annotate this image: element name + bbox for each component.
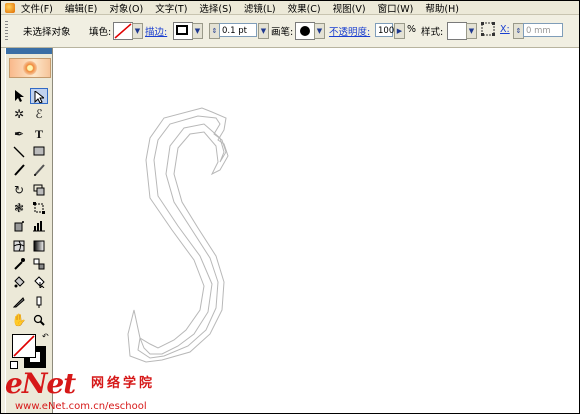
opacity-link[interactable]: 不透明度: xyxy=(329,24,370,38)
direct-selection-tool-icon[interactable] xyxy=(30,88,48,104)
selection-tool-icon[interactable] xyxy=(10,88,28,104)
stroke-weight-dropdown-icon[interactable]: ▼ xyxy=(258,23,269,39)
style-swatch[interactable] xyxy=(447,22,467,40)
x-coordinate-field[interactable]: 0 mm xyxy=(523,23,563,37)
control-bar-grip-icon[interactable] xyxy=(5,21,8,41)
stroke-link[interactable]: 描边: xyxy=(145,24,167,38)
align-grid-icon[interactable] xyxy=(481,22,495,36)
line-tool-icon[interactable] xyxy=(10,144,28,160)
rectangle-tool-icon[interactable] xyxy=(30,144,48,160)
x-coordinate-link[interactable]: X: xyxy=(500,24,510,35)
pencil-tool-icon[interactable] xyxy=(30,162,48,178)
type-tool-icon[interactable]: T xyxy=(30,126,48,142)
zoom-tool-icon[interactable] xyxy=(30,312,48,328)
menu-object[interactable]: 对象(O) xyxy=(109,1,143,15)
menu-filter[interactable]: 滤镜(L) xyxy=(244,1,276,15)
mesh-tool-icon[interactable] xyxy=(10,238,28,254)
slice-tool-icon[interactable] xyxy=(10,294,28,310)
menu-window[interactable]: 窗口(W) xyxy=(378,1,414,15)
app-icon[interactable] xyxy=(5,2,15,13)
toolbox-title-bar[interactable] xyxy=(6,48,52,54)
watermark-brand: eNet xyxy=(5,367,76,400)
stroke-swatch[interactable] xyxy=(173,22,193,40)
fill-swatch[interactable] xyxy=(113,22,133,40)
artboard-canvas[interactable] xyxy=(54,48,579,414)
scale-tool-icon[interactable] xyxy=(30,182,48,198)
opacity-field[interactable]: 100 xyxy=(375,23,394,37)
warp-tool-icon[interactable]: ❃ xyxy=(10,200,28,216)
toolbox: ✲ ℰ ✒ T ↻ ❃ ✋ ↶ xyxy=(5,48,53,413)
hand-tool-icon[interactable]: ✋ xyxy=(10,312,28,328)
lasso-tool-icon[interactable]: ℰ xyxy=(30,106,48,122)
watermark-tagline: 网络学院 xyxy=(91,376,156,391)
illustrator-window: 文件(F) 编辑(E) 对象(O) 文字(T) 选择(S) 滤镜(L) 效果(C… xyxy=(0,0,580,414)
brush-label: 画笔: xyxy=(271,27,294,38)
enet-watermark: eNet 网络学院 www.eNet.com.cn/eschool xyxy=(1,365,201,413)
symbol-sprayer-tool-icon[interactable] xyxy=(10,218,28,234)
eraser-tool-icon[interactable] xyxy=(30,294,48,310)
opacity-arrow-icon[interactable]: ▶ xyxy=(394,23,405,39)
menu-edit[interactable]: 编辑(E) xyxy=(65,1,97,15)
menu-select[interactable]: 选择(S) xyxy=(199,1,231,15)
live-paint-selection-tool-icon[interactable] xyxy=(30,274,48,290)
fill-label: 填色: xyxy=(89,27,112,38)
opacity-unit: % xyxy=(407,24,417,35)
menu-help[interactable]: 帮助(H) xyxy=(425,1,459,15)
menu-effect[interactable]: 效果(C) xyxy=(288,1,321,15)
fill-color-swatch[interactable] xyxy=(12,334,36,358)
stroke-dropdown-icon[interactable]: ▼ xyxy=(192,23,203,39)
live-paint-bucket-tool-icon[interactable] xyxy=(10,274,28,290)
style-dropdown-icon[interactable]: ▼ xyxy=(466,23,477,39)
pen-tool-icon[interactable]: ✒ xyxy=(10,126,28,142)
free-transform-tool-icon[interactable] xyxy=(30,200,48,216)
brush-swatch[interactable] xyxy=(295,22,315,40)
letter-s-outline-artwork[interactable] xyxy=(54,48,579,414)
no-fill-icon xyxy=(114,23,132,39)
gradient-tool-icon[interactable] xyxy=(30,238,48,254)
style-label: 样式: xyxy=(421,27,444,38)
fill-dropdown-icon[interactable]: ▼ xyxy=(132,23,143,39)
no-fill-slash-icon xyxy=(13,335,35,357)
illustrator-flower-logo xyxy=(9,58,51,78)
menu-bar: 文件(F) 编辑(E) 对象(O) 文字(T) 选择(S) 滤镜(L) 效果(C… xyxy=(1,1,579,15)
rotate-tool-icon[interactable]: ↻ xyxy=(10,182,28,198)
brush-dropdown-icon[interactable]: ▼ xyxy=(314,23,325,39)
watermark-url: www.eNet.com.cn/eschool xyxy=(15,401,147,412)
blend-tool-icon[interactable] xyxy=(30,256,48,272)
eyedropper-tool-icon[interactable] xyxy=(10,256,28,272)
magic-wand-tool-icon[interactable]: ✲ xyxy=(10,106,28,122)
menu-type[interactable]: 文字(T) xyxy=(155,1,187,15)
menu-file[interactable]: 文件(F) xyxy=(21,1,53,15)
selection-status: 未选择对象 xyxy=(23,27,71,38)
column-graph-tool-icon[interactable] xyxy=(30,218,48,234)
paintbrush-tool-icon[interactable] xyxy=(10,162,28,178)
stroke-weight-field[interactable]: 0.1 pt xyxy=(219,23,257,37)
control-bar: 未选择对象 填色: ▼ 描边: ▼ ⇕ 0.1 pt ▼ 画笔: ▼ 不透明度:… xyxy=(1,15,579,48)
menu-view[interactable]: 视图(V) xyxy=(333,1,366,15)
swap-fill-stroke-icon[interactable]: ↶ xyxy=(42,332,49,341)
